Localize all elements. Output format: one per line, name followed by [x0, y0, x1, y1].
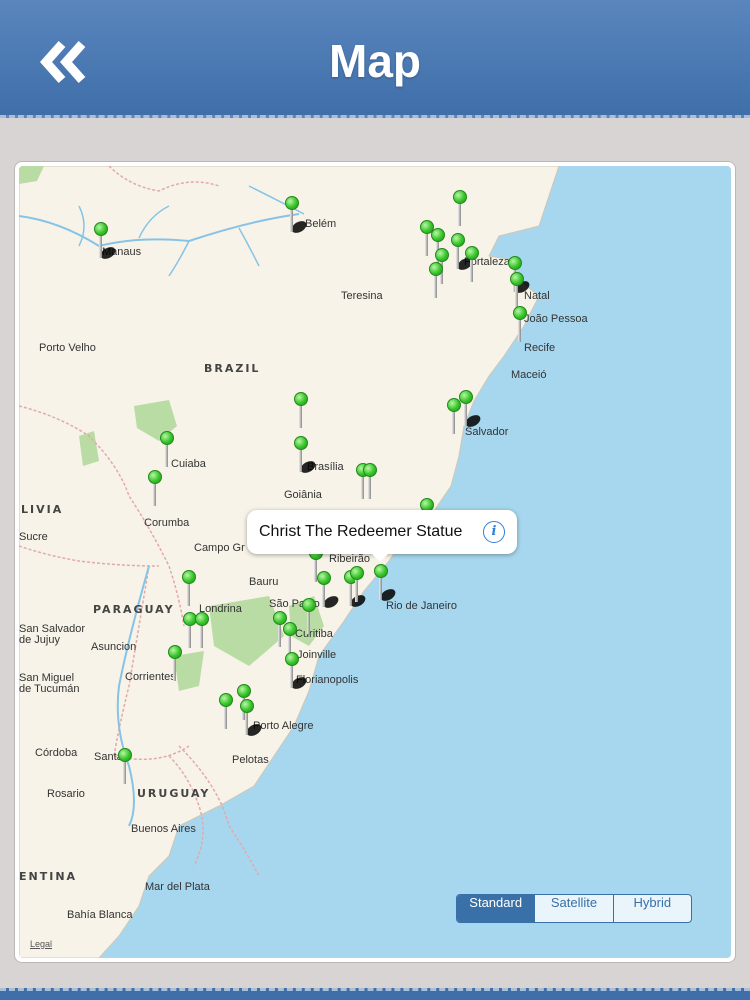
map-pin[interactable]: [363, 463, 377, 499]
city-label-bahia-blanca: Bahía Blanca: [67, 909, 133, 921]
land-mass: [19, 166, 560, 958]
country-label-paraguay: PARAGUAY: [93, 603, 175, 616]
map-pin[interactable]: [285, 652, 309, 692]
map-pin[interactable]: [451, 233, 475, 273]
city-label-cuiaba: Cuiaba: [171, 458, 206, 470]
map-view[interactable]: Manaus Belém Fortaleza Teresina Natal Jo…: [19, 166, 731, 958]
page-title: Map: [329, 35, 421, 87]
map-pin[interactable]: [453, 190, 467, 226]
bottom-bar: [0, 988, 750, 1000]
map-pin[interactable]: [195, 612, 209, 648]
map-pin[interactable]: [510, 272, 524, 308]
map-pin[interactable]: [182, 570, 196, 606]
map-type-hybrid[interactable]: Hybrid: [612, 895, 691, 922]
country-label-uruguay: URUGUAY: [137, 787, 211, 800]
map-pin[interactable]: [429, 262, 443, 298]
map-pin[interactable]: [285, 196, 309, 236]
map-pin[interactable]: [148, 470, 162, 506]
map-type-standard[interactable]: Standard: [457, 895, 535, 922]
map-pin[interactable]: [168, 645, 182, 681]
city-label-sucre: Sucre: [19, 531, 48, 543]
callout-title: Christ The Redeemer Statue: [259, 523, 463, 540]
info-icon[interactable]: i: [483, 521, 505, 543]
map-pin[interactable]: [294, 392, 308, 428]
map-type-segmented-control: Standard Satellite Hybrid: [456, 894, 692, 923]
city-label-corumba: Corumba: [144, 517, 190, 529]
map-pin[interactable]: [160, 431, 174, 467]
map-pin[interactable]: [513, 306, 527, 342]
city-label-campo-grande: Campo Gr: [194, 542, 245, 554]
legal-link[interactable]: Legal: [30, 939, 52, 949]
city-label-de-jujuy: de Jujuy: [19, 634, 60, 646]
map-type-satellite[interactable]: Satellite: [534, 895, 612, 922]
map-pin[interactable]: [219, 693, 233, 729]
map-pin[interactable]: [374, 564, 398, 604]
map-pin[interactable]: [350, 566, 364, 602]
map-pin[interactable]: [94, 222, 118, 262]
callout-tail: [371, 553, 389, 562]
city-label-cordoba: Córdoba: [35, 747, 78, 759]
map-pin[interactable]: [240, 699, 264, 739]
city-label-porto-alegre: Porto Alegre: [253, 720, 314, 732]
city-label-porto-velho: Porto Velho: [39, 342, 96, 354]
city-label-belem: Belém: [305, 218, 337, 230]
city-label-asuncion: Asuncion: [91, 641, 137, 653]
city-label-bauru: Bauru: [249, 576, 279, 588]
map-pin[interactable]: [465, 246, 479, 282]
map-pin[interactable]: [302, 598, 316, 634]
city-label-natal: Natal: [524, 290, 550, 302]
city-label-joao-pessoa: João Pessoa: [524, 313, 588, 325]
map-base: [19, 166, 560, 958]
country-label-argentina: ENTINA: [19, 870, 78, 883]
city-label-goiania: Goiânia: [284, 489, 322, 501]
city-label-rio-de-janeiro: Rio de Janeiro: [386, 600, 457, 612]
map-pin[interactable]: [294, 436, 318, 476]
city-label-salvador: Salvador: [465, 426, 509, 438]
city-label-maceio: Maceió: [511, 369, 547, 381]
city-label-buenos-aires: Buenos Aires: [131, 823, 196, 835]
map-pin[interactable]: [118, 748, 132, 784]
city-label-de-tucuman: de Tucumán: [19, 683, 80, 695]
annotation-callout[interactable]: Christ The Redeemer Statue i: [247, 510, 517, 562]
navigation-bar: Map: [0, 0, 750, 118]
map-pin[interactable]: [459, 390, 483, 430]
city-label-teresina: Teresina: [341, 290, 383, 302]
country-label-bolivia: LIVIA: [21, 503, 64, 516]
city-label-mar-del-plata: Mar del Plata: [145, 881, 210, 893]
city-label-pelotas: Pelotas: [232, 754, 269, 766]
city-label-ribeirao: Ribeirão: [329, 553, 370, 565]
city-label-joinville: Joinville: [297, 649, 337, 661]
city-label-recife: Recife: [524, 342, 556, 354]
city-label-rosario: Rosario: [47, 788, 85, 800]
map-pin[interactable]: [317, 571, 341, 611]
country-label-brazil: BRAZIL: [204, 362, 261, 375]
